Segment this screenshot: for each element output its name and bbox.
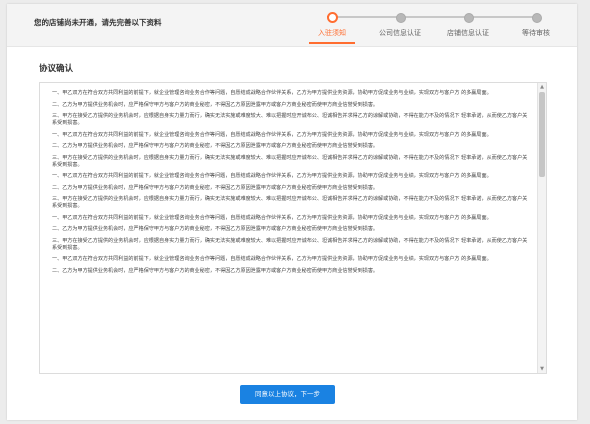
scroll-thumb[interactable]: [539, 92, 545, 177]
page-header: 您的店铺尚未开通，请先完善以下资料 入驻须知 公司信息认证 店铺信息认证 等待审…: [7, 4, 577, 47]
agreement-paragraph: 一、甲乙双方在符合双方共同利益的前提下，就企业管理咨询业务合作等问题，自愿结成战…: [52, 173, 492, 179]
step-label: 店铺信息认证: [447, 29, 489, 37]
scroll-down-arrow-icon[interactable]: ▼: [539, 366, 545, 372]
agreement-paragraph: 一、甲乙双方在符合双方共同利益的前提下，就企业管理咨询业务合作等问题，自愿结成战…: [52, 256, 492, 262]
agreement-paragraph: 二、乙方为甲方提供业务机会时，应严格保守甲方与客户方的商业秘密，不得因乙方原因泄…: [52, 143, 379, 149]
step-company-verify: 公司信息认证: [365, 4, 435, 46]
step-dot-icon: [396, 13, 406, 23]
step-label: 等待审核: [522, 29, 550, 37]
step-store-verify: 店铺信息认证: [433, 4, 503, 46]
agreement-paragraph: 一、甲乙双方在符合双方共同利益的前提下，就企业管理咨询业务合作等问题，自愿结成战…: [52, 90, 492, 96]
step-dot-icon: [532, 13, 542, 23]
step-label: 入驻须知: [318, 29, 346, 37]
agreement-paragraph: 二、乙方为甲方提供业务机会时，应严格保守甲方与客户方的商业秘密，不得因乙方原因泄…: [52, 267, 379, 274]
step-entry-notice: 入驻须知: [297, 4, 367, 46]
page-card: 您的店铺尚未开通，请先完善以下资料 入驻须知 公司信息认证 店铺信息认证 等待审…: [7, 4, 577, 420]
agreement-paragraph: 一、甲乙双方在符合双方共同利益的前提下，就企业管理咨询业务合作等问题，自愿结成战…: [52, 131, 492, 138]
agree-next-button[interactable]: 同意以上协议，下一步: [240, 385, 335, 404]
agreement-paragraph: 二、乙方为甲方提供业务机会时，应严格保守甲方与客户方的商业秘密，不得因乙方原因泄…: [52, 184, 379, 191]
agreement-paragraph: 三、甲方在接受乙方提供的业务机会时，应根据自身实力量力而行，确实无法实施或难度较…: [52, 154, 528, 168]
agreement-paragraph: 二、乙方为甲方提供业务机会时，应严格保守甲方与客户方的商业秘密，不得因乙方原因泄…: [52, 101, 379, 108]
agreement-paragraph: 一、甲乙双方在符合双方共同利益的前提下，就企业管理咨询业务合作等问题，自愿结成战…: [52, 214, 492, 221]
step-label: 公司信息认证: [379, 29, 421, 37]
agreement-paragraph: 三、甲方在接受乙方提供的业务机会时，应根据自身实力量力而行，确实无法实施或难度较…: [52, 237, 528, 251]
step-await-review: 等待审核: [501, 4, 571, 46]
step-dot-icon: [464, 13, 474, 23]
step-active-underline: [309, 42, 355, 44]
agreement-paragraph: 三、甲方在接受乙方提供的业务机会时，应根据自身实力量力而行，确实无法实施或难度较…: [52, 113, 528, 126]
section-title: 协议确认: [39, 64, 74, 74]
agreement-paragraph: 三、甲方在接受乙方提供的业务机会时，应根据自身实力量力而行，确实无法实施或难度较…: [52, 196, 528, 209]
agreement-content: 一、甲乙双方在符合双方共同利益的前提下，就企业管理咨询业务合作等问题，自愿结成战…: [52, 90, 532, 279]
step-current-dot-icon: [327, 12, 338, 23]
agreement-paragraph: 二、乙方为甲方提供业务机会时，应严格保守甲方与客户方的商业秘密，不得因乙方原因泄…: [52, 226, 379, 232]
progress-steps: 入驻须知 公司信息认证 店铺信息认证 等待审核: [297, 4, 567, 46]
store-not-open-notice: 您的店铺尚未开通，请先完善以下资料: [34, 18, 162, 27]
scroll-up-arrow-icon[interactable]: ▲: [539, 84, 545, 90]
agreement-textbox[interactable]: 一、甲乙双方在符合双方共同利益的前提下，就企业管理咨询业务合作等问题，自愿结成战…: [39, 82, 547, 374]
agreement-scrollbar[interactable]: ▲ ▼: [537, 83, 546, 373]
